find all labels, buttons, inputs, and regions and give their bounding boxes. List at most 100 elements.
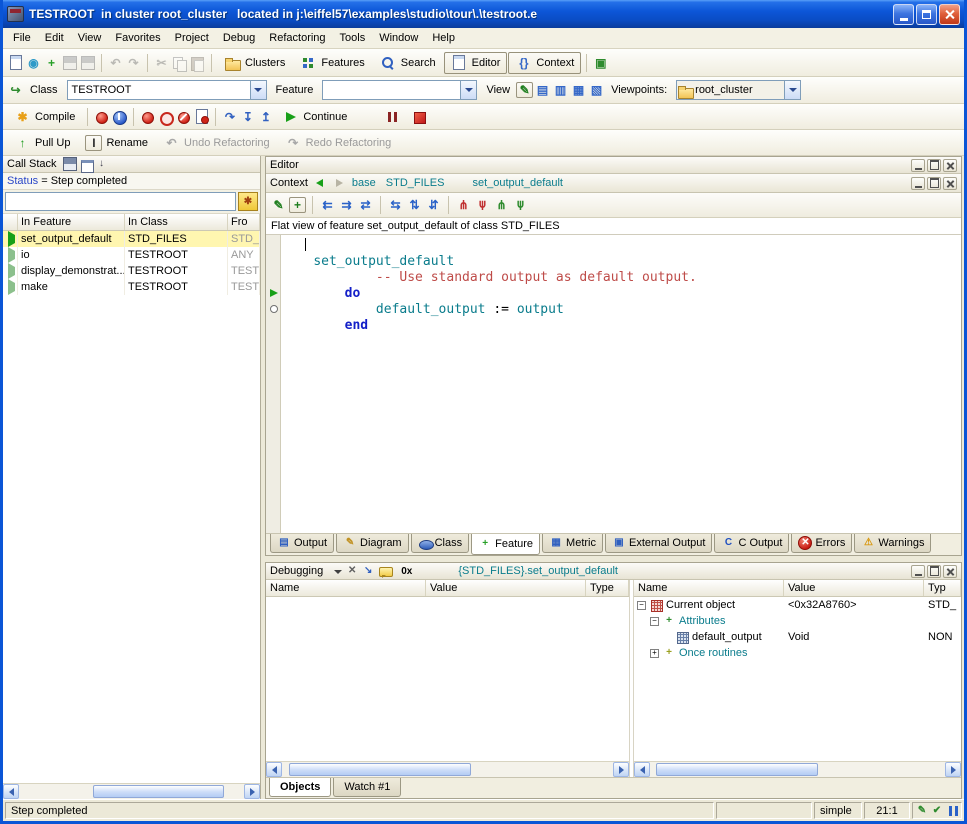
enable-breakpoints-icon[interactable]: [139, 109, 156, 125]
breakpoints-list-icon[interactable]: [193, 109, 210, 125]
new-window-icon[interactable]: [7, 55, 24, 71]
descendants-icon[interactable]: ⋔: [474, 197, 491, 213]
tab-warnings[interactable]: ⚠Warnings: [854, 534, 931, 553]
exception-handling-icon[interactable]: [93, 109, 110, 125]
external-commands-icon[interactable]: ▣: [592, 55, 609, 71]
gutter-cell[interactable]: [266, 305, 282, 313]
callers-icon[interactable]: ⇇: [319, 197, 336, 213]
features-button[interactable]: Features: [293, 52, 371, 74]
flat-view-icon[interactable]: ▤: [534, 82, 551, 98]
save-all-icon[interactable]: [79, 55, 96, 71]
suppliers-icon[interactable]: ⋔: [512, 197, 529, 213]
call-stack-row[interactable]: display_demonstrat...TESTROOTTEST: [3, 263, 260, 279]
call-stack-hscrollbar[interactable]: [3, 783, 260, 799]
panel-close-button[interactable]: [943, 565, 957, 578]
menu-item-favorites[interactable]: Favorites: [108, 29, 167, 47]
ancestors-icon[interactable]: ⋔: [455, 197, 472, 213]
tab-diagram[interactable]: ✎Diagram: [336, 534, 409, 553]
breadcrumb-item[interactable]: STD_FILES: [386, 177, 445, 189]
column-header[interactable]: Name: [634, 580, 784, 596]
tree-expander[interactable]: −: [650, 617, 659, 626]
watch-table-hscrollbar-right-arrow[interactable]: [613, 762, 629, 777]
call-stack-row[interactable]: set_output_defaultSTD_FILESSTD_: [3, 231, 260, 247]
menu-item-project[interactable]: Project: [168, 29, 216, 47]
info-icon[interactable]: [111, 109, 128, 125]
tab-metric[interactable]: ▦Metric: [542, 534, 603, 553]
object-tree-row[interactable]: ++Once routines: [634, 645, 961, 661]
call-stack-hscrollbar-left-arrow[interactable]: [3, 784, 19, 799]
open-icon[interactable]: ◉: [25, 55, 42, 71]
call-stack-hscrollbar-track[interactable]: [19, 784, 244, 799]
object-tree-row[interactable]: default_outputVoidNON: [634, 629, 961, 645]
title-bar[interactable]: TESTROOT in cluster root_cluster located…: [3, 0, 964, 28]
exception-trace-button[interactable]: ✱: [238, 192, 258, 211]
call-stack-hscrollbar-thumb[interactable]: [93, 785, 224, 798]
breakpoint-slot-icon[interactable]: [270, 305, 278, 313]
gutter-cell[interactable]: [266, 289, 282, 297]
viewpoints-combo-dropdown[interactable]: [784, 81, 800, 99]
menu-item-tools[interactable]: Tools: [333, 29, 373, 47]
pull-up-button[interactable]: ↑Pull Up: [7, 132, 77, 154]
breadcrumb-item[interactable]: base: [352, 177, 376, 189]
panel-maximize-button[interactable]: [927, 565, 941, 578]
objects-table-hscrollbar-track[interactable]: [650, 762, 945, 777]
panel-minimize-button[interactable]: [911, 565, 925, 578]
tab-watch-1[interactable]: Watch #1: [333, 778, 401, 797]
pause-icon[interactable]: [384, 109, 401, 125]
objects-table-hscrollbar-right-arrow[interactable]: [945, 762, 961, 777]
minimize-button[interactable]: [893, 4, 914, 25]
panel-maximize-button[interactable]: [927, 177, 941, 190]
column-header[interactable]: In Feature: [18, 214, 125, 230]
implementers-icon[interactable]: ⇅: [406, 197, 423, 213]
breadcrumb-item[interactable]: set_output_default: [472, 177, 563, 189]
call-stack-row[interactable]: makeTESTROOTTEST: [3, 279, 260, 295]
interface-view-icon[interactable]: ▧: [588, 82, 605, 98]
panel-close-button[interactable]: [943, 177, 957, 190]
editor-view-icon[interactable]: ✎: [516, 82, 533, 98]
editable-state-icon[interactable]: ✎: [915, 804, 929, 818]
object-tree-row[interactable]: −Current object<0x32A8760>STD_: [634, 597, 961, 613]
redo-icon[interactable]: ↷: [125, 55, 142, 71]
debug-menu-arrow-icon[interactable]: [329, 564, 343, 578]
class-combo[interactable]: TESTROOT: [67, 80, 267, 100]
float-call-stack-icon[interactable]: [79, 157, 93, 171]
column-header[interactable]: Value: [426, 580, 586, 596]
remove-breakpoints-icon[interactable]: [175, 109, 192, 125]
compile-button[interactable]: ✱Compile: [7, 106, 82, 128]
retarget-icon[interactable]: ↪: [7, 82, 24, 98]
column-header[interactable]: Type: [586, 580, 629, 596]
tab-class[interactable]: Class: [411, 534, 470, 553]
tab-objects[interactable]: Objects: [269, 778, 331, 797]
maximize-button[interactable]: [916, 4, 937, 25]
menu-item-window[interactable]: Window: [372, 29, 425, 47]
watch-table-hscrollbar[interactable]: [266, 761, 629, 777]
attach-icon[interactable]: ↘: [361, 564, 375, 578]
search-button[interactable]: Search: [373, 52, 443, 74]
clusters-button[interactable]: Clusters: [217, 52, 292, 74]
panel-close-button[interactable]: [943, 159, 957, 172]
stop-icon[interactable]: [411, 109, 428, 125]
clickable-view-icon[interactable]: ▥: [552, 82, 569, 98]
menu-item-refactoring[interactable]: Refactoring: [262, 29, 332, 47]
redo-refactoring-button[interactable]: ↷Redo Refactoring: [278, 132, 399, 154]
tab-errors[interactable]: ✕Errors: [791, 534, 852, 553]
editor-toggle-button[interactable]: Editor: [444, 52, 508, 74]
call-stack-hscrollbar-right-arrow[interactable]: [244, 784, 260, 799]
undo-icon[interactable]: ↶: [107, 55, 124, 71]
column-header[interactable]: Name: [266, 580, 426, 596]
step-into-icon[interactable]: ↧: [239, 109, 256, 125]
rename-button[interactable]: IRename: [78, 132, 155, 154]
feature-combo-dropdown[interactable]: [460, 81, 476, 99]
minimize-call-stack-icon[interactable]: ↓: [95, 157, 109, 171]
cut-icon[interactable]: ✂: [153, 55, 170, 71]
tab-feature[interactable]: +Feature: [471, 534, 540, 555]
step-next-icon[interactable]: ↷: [221, 109, 238, 125]
tab-output[interactable]: ▤Output: [270, 534, 334, 553]
assigners-icon[interactable]: ⇄: [357, 197, 374, 213]
panel-maximize-button[interactable]: [927, 159, 941, 172]
class-combo-dropdown[interactable]: [250, 81, 266, 99]
tree-expander[interactable]: +: [650, 649, 659, 658]
column-header[interactable]: Typ: [924, 580, 961, 596]
paste-icon[interactable]: [189, 55, 206, 71]
clients-icon[interactable]: ⋔: [493, 197, 510, 213]
